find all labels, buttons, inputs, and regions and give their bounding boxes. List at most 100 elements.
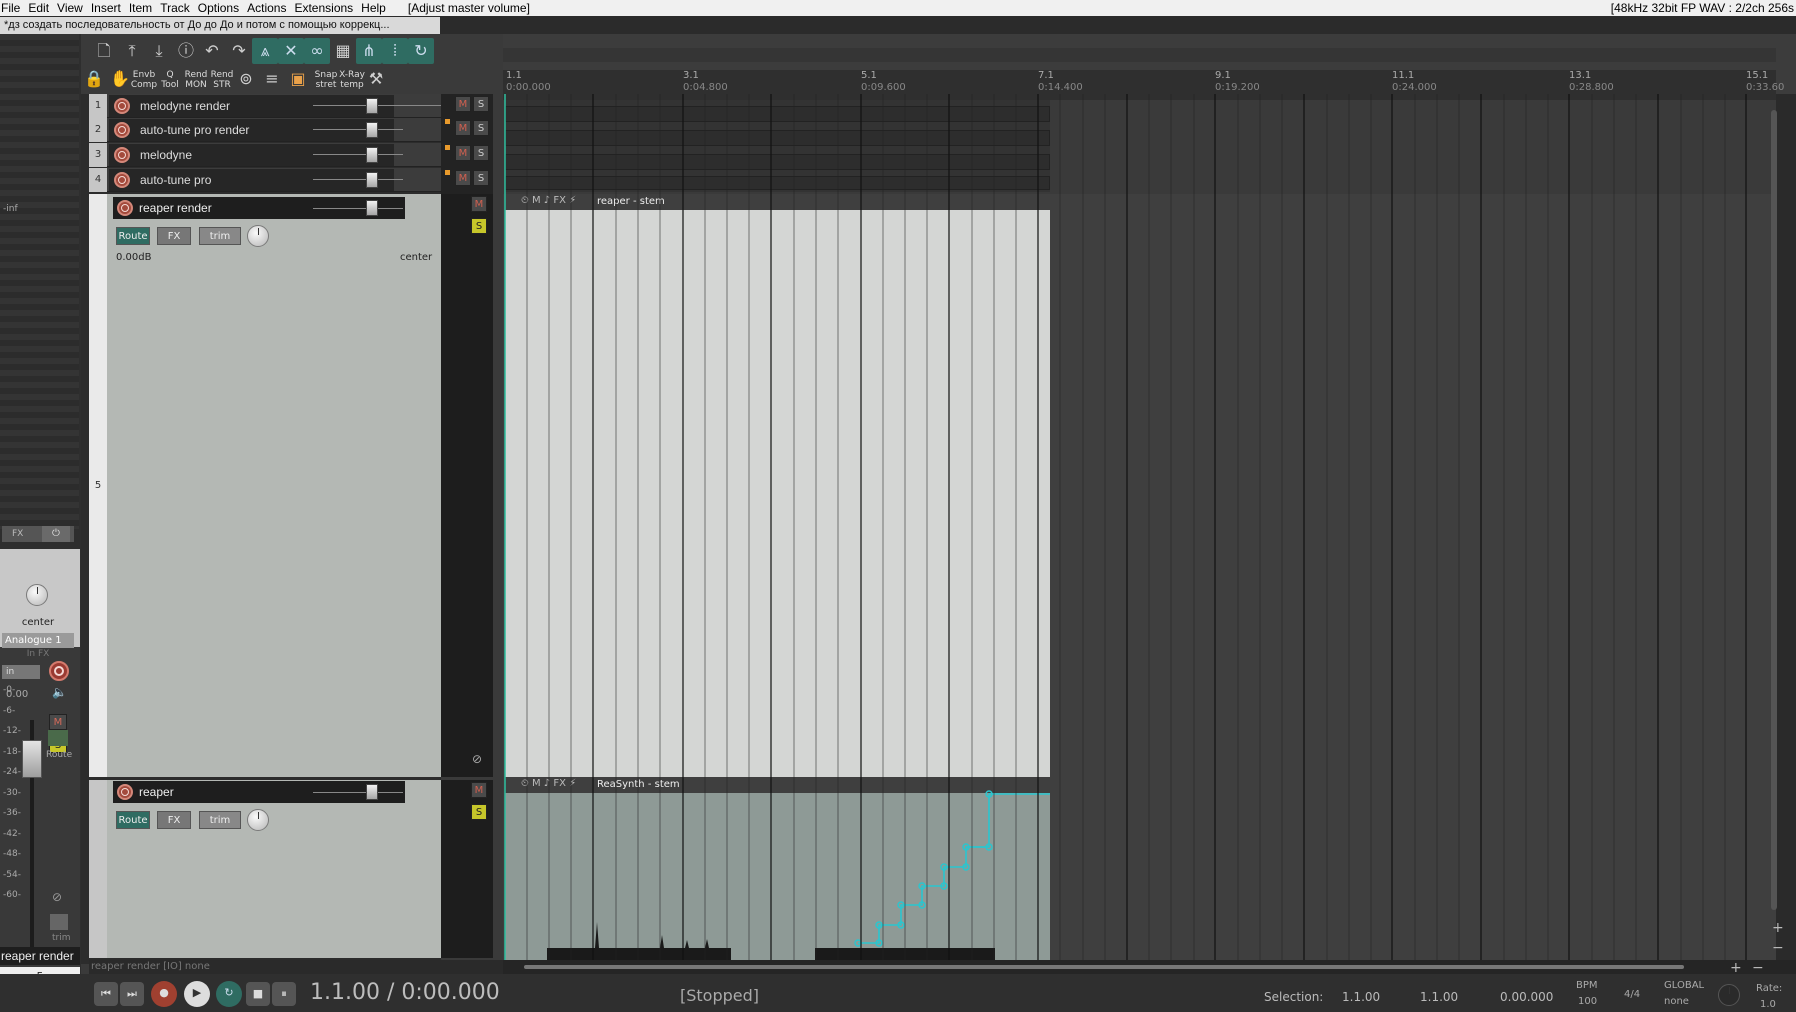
stop-button[interactable]: ■ [246, 982, 270, 1006]
selection-end[interactable]: 1.1.00 [1420, 990, 1458, 1004]
record-arm-button[interactable] [114, 147, 130, 163]
volume-slider-track[interactable] [313, 154, 403, 155]
horizontal-scroll-thumb[interactable] [524, 965, 1684, 969]
transport-position[interactable]: 1.1.00 / 0:00.000 [310, 980, 500, 1005]
ripple-edit-icon[interactable]: ∞ [304, 38, 330, 64]
mixer-fader-handle[interactable] [22, 740, 42, 778]
speaker-icon[interactable]: 🔈 [52, 685, 67, 699]
record-arm-button[interactable] [114, 122, 130, 138]
vzoom-in-icon[interactable]: + [1772, 920, 1784, 936]
solo-button[interactable]: S [473, 170, 489, 186]
snap-icon[interactable]: ⋔ [356, 38, 382, 64]
track-row-5[interactable] [89, 194, 441, 777]
audio-format-info[interactable]: [48kHz 32bit FP WAV : 2/2ch 256s [1611, 1, 1796, 15]
vzoom-out-icon[interactable]: − [1772, 940, 1784, 956]
go-to-end-button[interactable]: ⏭ [120, 982, 144, 1006]
tape-icon[interactable]: ⊚ [233, 66, 259, 92]
route-button[interactable]: Route [116, 811, 150, 829]
mixer-track-name[interactable]: reaper render [0, 947, 80, 965]
menu-file[interactable]: File [0, 1, 28, 15]
track-row-3[interactable]: 3 melodyne [89, 143, 441, 167]
vertical-scroll-thumb[interactable] [1771, 110, 1777, 910]
mixer-mute-button[interactable]: M [49, 714, 67, 730]
grid-lines-icon[interactable]: ⦙ [382, 38, 408, 64]
phase-icon[interactable]: ⊘ [472, 752, 482, 766]
new-project-icon[interactable]: 🗋 [91, 38, 117, 64]
record-button[interactable]: ● [151, 981, 177, 1007]
solo-button[interactable]: S [471, 218, 487, 234]
mixer-input-select[interactable]: Analogue 1 [2, 633, 74, 648]
record-arm-button[interactable] [114, 172, 130, 188]
vertical-scrollbar[interactable] [1776, 94, 1796, 964]
fx-button[interactable]: FX [157, 811, 191, 829]
project-info-icon[interactable]: ⓘ [173, 38, 199, 64]
solo-button[interactable]: S [473, 120, 489, 136]
fx-bypass-icon[interactable]: ⏻ [42, 526, 70, 542]
routing-icon[interactable]: ≡ [259, 66, 285, 92]
record-arm-button[interactable] [117, 784, 133, 800]
tools-icon[interactable]: ⚒ [363, 66, 389, 92]
rate-knob[interactable] [1718, 984, 1740, 1006]
track-row-4[interactable]: 4 auto-tune pro [89, 168, 441, 192]
route-button[interactable]: Route [116, 227, 150, 245]
color-icon[interactable]: ▣ [285, 66, 311, 92]
menu-actions[interactable]: Actions [247, 1, 294, 15]
menu-options[interactable]: Options [198, 1, 247, 15]
track-row-2[interactable]: 2 auto-tune pro render [89, 118, 441, 142]
track-name[interactable]: auto-tune pro render [109, 119, 394, 141]
menu-insert[interactable]: Insert [91, 1, 129, 15]
menu-item[interactable]: Item [129, 1, 160, 15]
save-project-icon[interactable]: ⤓ [146, 38, 172, 64]
mute-button[interactable]: M [455, 96, 471, 112]
undo-icon[interactable]: ↶ [199, 38, 225, 64]
selection-length[interactable]: 0.00.000 [1500, 990, 1553, 1004]
repeat-button[interactable]: ↻ [216, 981, 242, 1007]
loop-icon[interactable]: ↻ [408, 38, 434, 64]
mixer-trim-button[interactable] [50, 914, 68, 930]
volume-slider-handle[interactable] [366, 200, 378, 216]
mute-button[interactable]: M [455, 120, 471, 136]
mixer-fx-bar[interactable]: FX ⏻ [2, 526, 74, 542]
volume-slider-track[interactable] [313, 208, 403, 209]
record-arm-button[interactable] [114, 98, 130, 114]
rate-value[interactable]: 1.0 [1760, 999, 1776, 1010]
track-name[interactable]: melodyne render [109, 95, 394, 117]
menu-edit[interactable]: Edit [28, 1, 57, 15]
global-value[interactable]: none [1664, 996, 1689, 1007]
pan-knob[interactable] [247, 809, 269, 831]
volume-slider-track[interactable] [313, 129, 403, 130]
trim-button[interactable]: trim [199, 227, 241, 245]
ruler-region-lane[interactable] [503, 48, 1776, 62]
time-signature[interactable]: 4/4 [1624, 989, 1640, 1000]
record-arm-button[interactable] [117, 200, 133, 216]
mixer-route-button[interactable] [48, 730, 68, 746]
volume-slider-track[interactable] [313, 792, 403, 793]
selection-start[interactable]: 1.1.00 [1342, 990, 1380, 1004]
menu-help[interactable]: Help [361, 1, 394, 15]
solo-button[interactable]: S [473, 96, 489, 112]
auto-crossfade-icon[interactable]: ✕ [278, 38, 304, 64]
bpm-value[interactable]: 100 [1578, 996, 1597, 1007]
volume-slider-handle[interactable] [366, 147, 378, 163]
play-button[interactable]: ▶ [184, 981, 210, 1007]
volume-slider-track[interactable] [313, 105, 403, 106]
volume-slider-handle[interactable] [366, 122, 378, 138]
mixer-pan-knob[interactable] [26, 584, 48, 606]
menu-track[interactable]: Track [160, 1, 198, 15]
grid-icon[interactable]: ▦ [330, 38, 356, 64]
pause-button[interactable]: ⏸ [272, 982, 296, 1006]
pan-knob[interactable] [247, 225, 269, 247]
phase-icon[interactable]: ⊘ [52, 890, 62, 904]
menu-view[interactable]: View [57, 1, 91, 15]
lock-icon[interactable]: 🔒 [81, 66, 107, 92]
menu-extensions[interactable]: Extensions [294, 1, 361, 15]
redo-icon[interactable]: ↷ [226, 38, 252, 64]
volume-slider-handle[interactable] [366, 172, 378, 188]
mixer-in-select[interactable]: in [2, 665, 40, 679]
open-project-icon[interactable]: ⤒ [119, 38, 145, 64]
mute-button[interactable]: M [455, 145, 471, 161]
volume-slider-handle[interactable] [366, 784, 378, 800]
solo-button[interactable]: S [473, 145, 489, 161]
track-name[interactable]: auto-tune pro [109, 169, 394, 191]
track-row-1[interactable]: 1 melodyne render [89, 94, 475, 118]
